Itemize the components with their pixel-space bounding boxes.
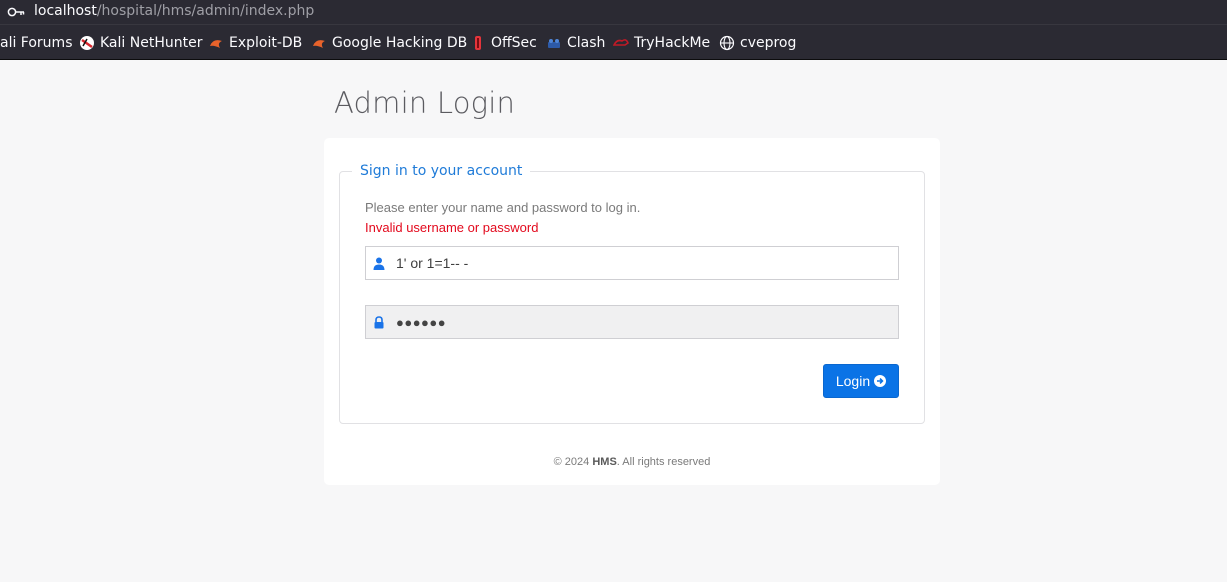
key-icon [7, 7, 25, 17]
clash-icon [548, 39, 560, 48]
url-text[interactable]: localhost/hospital/hms/admin/index.php [34, 1, 314, 21]
bookmark-label: Kali NetHunter [100, 35, 203, 51]
footer-prefix: © 2024 [553, 456, 590, 468]
tryhackme-icon [613, 39, 629, 46]
bookmark-clash[interactable]: Clash [546, 25, 605, 61]
url-path: /hospital/hms/admin/index.php [96, 3, 315, 19]
footer-suffix: . All rights reserved [616, 456, 711, 468]
error-message: Invalid username or password [365, 220, 539, 235]
nethunter-icon [80, 36, 94, 50]
bookmark-cveprog[interactable]: cveprog [719, 25, 796, 61]
bookmark-tryhackme[interactable]: TryHackMe [613, 25, 710, 61]
login-button-label: Login [835, 373, 871, 389]
ghdb-icon [313, 40, 325, 48]
username-field[interactable] [365, 246, 899, 280]
arrow-circle-right-icon [874, 375, 887, 387]
page-title: Admin Login [334, 86, 516, 120]
username-input[interactable] [396, 247, 891, 279]
password-input[interactable] [396, 306, 891, 338]
login-hint: Please enter your name and password to l… [365, 200, 641, 215]
bookmark-kali-forums[interactable]: ali Forums [0, 25, 73, 61]
bookmark-label: ali Forums [0, 35, 73, 51]
bookmarks-toolbar: ali Forums Kali NetHunter Exploit-DB Goo… [0, 24, 1227, 60]
login-button[interactable]: Login [823, 364, 899, 398]
footer: © 2024 HMS. All rights reserved [324, 456, 940, 468]
password-field[interactable] [365, 305, 899, 339]
bookmark-google-hacking-db[interactable]: Google Hacking DB [311, 25, 467, 61]
login-card: Sign in to your account Please enter you… [324, 138, 940, 485]
bookmark-kali-nethunter[interactable]: Kali NetHunter [79, 25, 202, 61]
lock-icon [374, 316, 384, 329]
bookmark-exploit-db[interactable]: Exploit-DB [208, 25, 302, 61]
bookmark-label: Exploit-DB [229, 35, 303, 51]
bookmark-offsec[interactable]: OffSec [470, 25, 537, 61]
user-icon [373, 257, 385, 270]
url-host: localhost [34, 3, 97, 19]
footer-brand: HMS [592, 456, 617, 468]
offsec-icon [475, 36, 481, 50]
bookmark-label: cveprog [740, 35, 797, 51]
bookmark-label: OffSec [491, 35, 537, 51]
login-legend: Sign in to your account [360, 163, 523, 179]
exploit-db-icon [210, 40, 222, 48]
bookmark-label: TryHackMe [634, 35, 711, 51]
bookmark-label: Clash [567, 35, 606, 51]
address-bar[interactable]: localhost/hospital/hms/admin/index.php [0, 0, 1227, 24]
bookmark-label: Google Hacking DB [332, 35, 468, 51]
globe-icon [719, 35, 735, 51]
